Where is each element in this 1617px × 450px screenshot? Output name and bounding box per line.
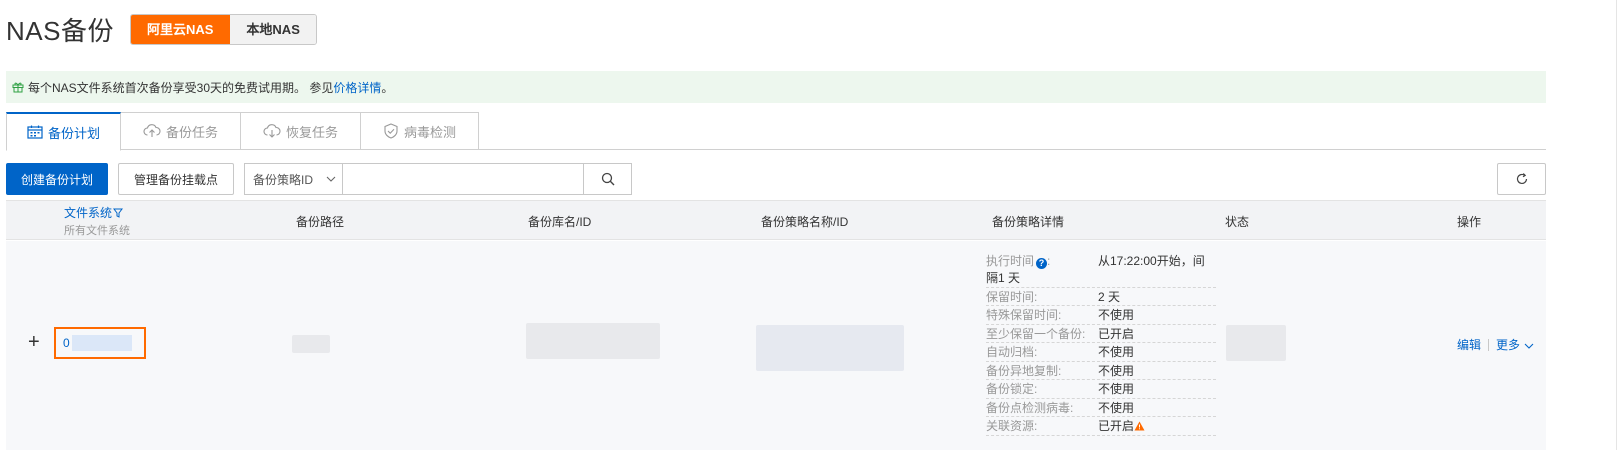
detail-key: 自动归档: [986, 345, 1038, 360]
file-system-id-link[interactable]: 0 [54, 327, 146, 359]
chevron-down-icon [326, 176, 336, 182]
detail-value: 从17:22:00开始，间 [1098, 253, 1205, 268]
redacted-vault [526, 323, 660, 359]
detail-value: 2 天 [1098, 289, 1121, 304]
col-policy: 备份策略名称/ID [761, 214, 849, 229]
col-file-system-label: 文件系统 [64, 206, 113, 220]
help-icon[interactable]: ? [1036, 257, 1048, 269]
more-label: 更多 [1496, 338, 1521, 352]
create-backup-plan-button[interactable]: 创建备份计划 [6, 163, 109, 195]
warning-icon[interactable] [1134, 421, 1145, 431]
tab-label: 病毒检测 [404, 124, 457, 140]
search-input[interactable] [342, 163, 585, 195]
segment-local-nas[interactable]: 本地NAS [230, 14, 316, 44]
tab-label: 备份任务 [166, 124, 219, 140]
detail-item: 至少保留一个备份: 已开启 [986, 325, 1216, 343]
chevron-down-icon [1524, 343, 1534, 349]
page-header: NAS备份 阿里云NAS 本地NAS [6, 10, 317, 48]
search-button[interactable] [584, 163, 633, 195]
detail-value: 不使用 [1098, 363, 1135, 378]
gift-icon [12, 82, 24, 93]
row-actions: 编辑 更多 [1457, 336, 1534, 353]
detail-value-cont: 隔1 天 [986, 271, 1021, 286]
refresh-button[interactable] [1497, 163, 1546, 195]
policy-details: 执行时间?: 从17:22:00开始，间 隔1 天 保留时间: 2 天 特殊保留时… [986, 251, 1216, 436]
free-trial-notice: 每个NAS文件系统首次备份享受30天的免费试用期。 参见 价格详情 。 [6, 71, 1546, 103]
detail-value: 不使用 [1098, 382, 1135, 397]
shield-check-icon [384, 123, 398, 139]
col-vault: 备份库名/ID [528, 214, 592, 229]
cloud-download-icon [263, 124, 281, 138]
detail-key: 关联资源: [986, 419, 1038, 434]
detail-item: 特殊保留时间: 不使用 [986, 306, 1216, 325]
col-status: 状态 [1225, 214, 1250, 229]
price-detail-link[interactable]: 价格详情 [333, 79, 381, 96]
file-system-id-prefix: 0 [63, 336, 70, 350]
divider [1488, 338, 1490, 351]
notice-suffix: 。 [381, 80, 394, 95]
detail-key: 保留时间: [986, 289, 1038, 304]
tab-virus-scan[interactable]: 病毒检测 [361, 112, 480, 150]
filter-icon[interactable] [113, 208, 124, 218]
nas-type-switch: 阿里云NAS 本地NAS [129, 13, 317, 45]
detail-key: 备份锁定: [986, 382, 1038, 397]
table-row: + 0 执行时间?: 从17:22:00开始，间 隔1 天 保留时间: 2 天 特… [6, 241, 1546, 450]
detail-value: 已开启 [1098, 326, 1135, 341]
cloud-upload-icon [143, 124, 161, 137]
detail-item: 备份点检测病毒: 不使用 [986, 399, 1216, 417]
table-header: 文件系统 所有文件系统 备份路径 备份库名/ID 备份策略名称/ID 备份策略详… [6, 200, 1546, 240]
more-dropdown[interactable]: 更多 [1496, 336, 1534, 353]
detail-item: 自动归档: 不使用 [986, 343, 1216, 362]
col-file-system[interactable]: 文件系统 所有文件系统 [64, 201, 130, 241]
edit-link[interactable]: 编辑 [1457, 336, 1481, 353]
detail-key: 特殊保留时间: [986, 308, 1062, 323]
detail-key: 执行时间 [986, 253, 1035, 268]
expand-row-button[interactable]: + [28, 331, 40, 354]
toolbar: 创建备份计划 管理备份挂载点 备份策略ID [6, 163, 1546, 195]
detail-key: 至少保留一个备份: [986, 326, 1086, 341]
redacted-backup-path [292, 335, 330, 353]
detail-exec-time: 执行时间?: 从17:22:00开始，间 [986, 253, 1205, 269]
redacted-policy [756, 325, 904, 371]
detail-item: 关联资源: 已开启 [986, 417, 1216, 436]
backup-tabs: 备份计划 备份任务 恢复任务 病毒检测 [6, 112, 1546, 151]
page-title: NAS备份 [6, 15, 114, 46]
tab-backup-plan[interactable]: 备份计划 [6, 112, 122, 151]
redacted-status [1226, 325, 1286, 361]
manage-mount-points-button[interactable]: 管理备份挂载点 [118, 163, 235, 195]
detail-item: 保留时间: 2 天 [986, 288, 1216, 306]
filter-field-value: 备份策略ID [253, 172, 314, 187]
detail-value: 不使用 [1098, 308, 1135, 323]
col-file-system-filter-value: 所有文件系统 [64, 225, 130, 237]
detail-value: 已开启 [1098, 419, 1135, 434]
segment-aliyun-nas[interactable]: 阿里云NAS [130, 14, 231, 44]
detail-item: 备份异地复制: 不使用 [986, 362, 1216, 380]
tab-label: 恢复任务 [286, 124, 339, 140]
refresh-icon [1516, 173, 1527, 185]
detail-key: 备份异地复制: [986, 363, 1062, 378]
detail-value: 不使用 [1098, 345, 1135, 360]
tab-label: 备份计划 [48, 125, 101, 141]
col-policy-detail: 备份策略详情 [992, 214, 1065, 229]
search-icon [601, 172, 615, 186]
tab-restore-jobs[interactable]: 恢复任务 [241, 112, 362, 150]
tab-backup-jobs[interactable]: 备份任务 [121, 112, 242, 150]
detail-item: 备份锁定: 不使用 [986, 380, 1216, 399]
redacted-block [71, 335, 132, 351]
filter-field-select[interactable]: 备份策略ID [244, 163, 343, 195]
col-actions: 操作 [1457, 214, 1482, 229]
notice-text: 每个NAS文件系统首次备份享受30天的免费试用期。 参见 [28, 80, 334, 95]
calendar-icon [27, 125, 43, 139]
col-backup-path: 备份路径 [296, 214, 345, 229]
detail-key: 备份点检测病毒: [986, 400, 1074, 415]
detail-exec-time-cont: 隔1 天 [986, 269, 1216, 288]
detail-value: 不使用 [1098, 400, 1135, 415]
